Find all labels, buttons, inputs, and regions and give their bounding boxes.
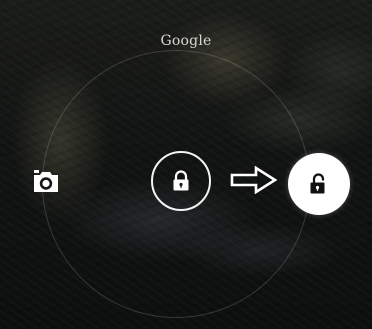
arrow-right-icon (230, 166, 278, 194)
lock-icon (173, 170, 189, 191)
camera-icon (34, 170, 58, 192)
unlock-target[interactable] (288, 153, 350, 215)
brand-label: Google (160, 33, 212, 49)
unlock-icon (310, 173, 325, 194)
lock-screen: Google (0, 0, 372, 329)
camera-shortcut[interactable] (32, 170, 60, 194)
lock-handle[interactable] (151, 151, 211, 211)
